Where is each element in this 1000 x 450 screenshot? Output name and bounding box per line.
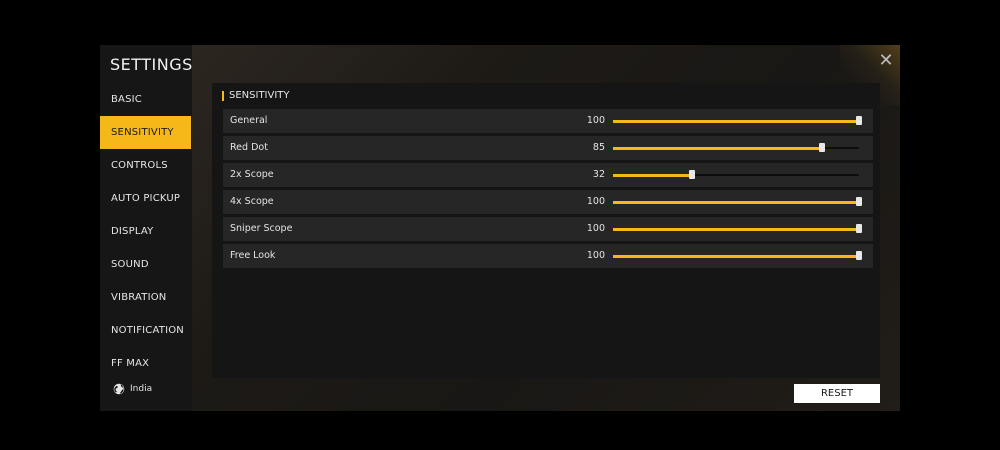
slider-fill xyxy=(613,228,859,231)
row-label: Sniper Scope xyxy=(230,223,293,234)
slider-general[interactable] xyxy=(613,109,862,133)
row-value: 100 xyxy=(586,250,605,261)
slider-4x-scope[interactable] xyxy=(613,190,862,214)
reset-button[interactable]: RESET xyxy=(794,384,880,403)
slider-fill xyxy=(613,174,692,177)
slider-thumb[interactable] xyxy=(688,170,695,179)
menu-item-basic[interactable]: BASIC xyxy=(100,83,191,116)
globe-icon xyxy=(113,383,125,395)
settings-menu: BASIC SENSITIVITY CONTROLS AUTO PICKUP D… xyxy=(100,83,191,369)
sensitivity-row-red-dot: Red Dot 85 xyxy=(223,136,873,160)
menu-item-display[interactable]: DISPLAY xyxy=(100,215,191,248)
slider-red-dot[interactable] xyxy=(613,136,859,160)
region-label: India xyxy=(130,384,153,394)
menu-item-notification[interactable]: NOTIFICATION xyxy=(100,314,191,347)
slider-thumb[interactable] xyxy=(856,197,862,206)
menu-item-controls[interactable]: CONTROLS xyxy=(100,149,191,182)
row-value: 100 xyxy=(586,223,605,234)
sensitivity-row-sniper-scope: Sniper Scope 100 xyxy=(223,217,873,241)
slider-fill xyxy=(613,147,823,150)
slider-fill xyxy=(613,201,859,204)
menu-item-sensitivity[interactable]: SENSITIVITY xyxy=(100,116,191,149)
slider-thumb[interactable] xyxy=(856,224,862,233)
slider-free-look[interactable] xyxy=(613,244,862,268)
row-label: Red Dot xyxy=(230,142,268,153)
menu-item-sound[interactable]: SOUND xyxy=(100,248,191,281)
slider-2x-scope[interactable] xyxy=(613,163,859,187)
section-title: SENSITIVITY xyxy=(229,90,290,101)
sensitivity-row-free-look: Free Look 100 xyxy=(223,244,873,268)
slider-thumb[interactable] xyxy=(856,251,862,260)
row-label: 4x Scope xyxy=(230,196,274,207)
menu-item-auto-pickup[interactable]: AUTO PICKUP xyxy=(100,182,191,215)
region-selector[interactable]: India xyxy=(113,383,152,395)
slider-thumb[interactable] xyxy=(856,116,862,125)
row-label: General xyxy=(230,115,268,126)
slider-sniper-scope[interactable] xyxy=(613,217,862,241)
row-label: 2x Scope xyxy=(230,169,274,180)
row-value: 100 xyxy=(586,196,605,207)
section-header: SENSITIVITY xyxy=(222,90,290,101)
row-value: 100 xyxy=(586,115,605,126)
settings-window: SETTINGS BASIC SENSITIVITY CONTROLS AUTO… xyxy=(100,45,900,411)
slider-fill xyxy=(613,120,859,123)
slider-thumb[interactable] xyxy=(819,143,826,152)
section-accent-bar xyxy=(222,90,224,101)
row-value: 32 xyxy=(592,169,605,180)
row-value: 85 xyxy=(592,142,605,153)
settings-sidebar: SETTINGS BASIC SENSITIVITY CONTROLS AUTO… xyxy=(100,45,192,411)
sensitivity-rows: General 100 Red Dot 85 2x Scope 32 4x Sc… xyxy=(223,109,873,271)
settings-title: SETTINGS xyxy=(110,55,193,74)
sensitivity-row-2x-scope: 2x Scope 32 xyxy=(223,163,873,187)
sensitivity-row-4x-scope: 4x Scope 100 xyxy=(223,190,873,214)
menu-item-vibration[interactable]: VIBRATION xyxy=(100,281,191,314)
close-icon[interactable]: ✕ xyxy=(876,51,896,71)
slider-fill xyxy=(613,255,859,258)
row-label: Free Look xyxy=(230,250,276,261)
sensitivity-panel: SENSITIVITY General 100 Red Dot 85 2x Sc… xyxy=(212,83,880,378)
sensitivity-row-general: General 100 xyxy=(223,109,873,133)
menu-item-ff-max[interactable]: FF MAX xyxy=(100,347,191,369)
